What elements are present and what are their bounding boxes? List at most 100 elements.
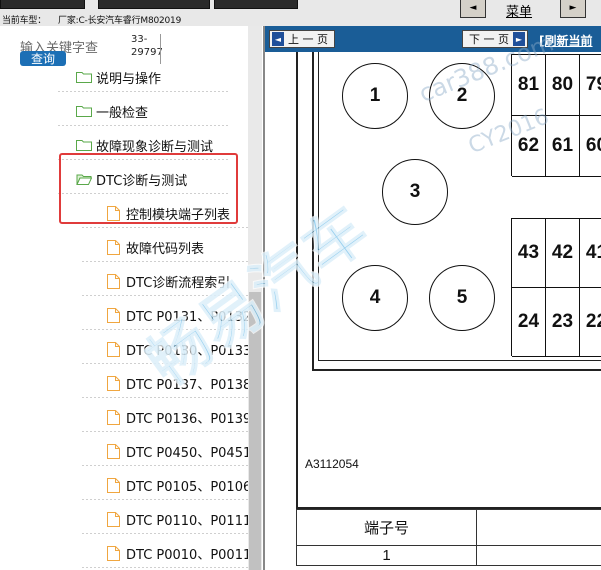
- connector-pin-grid: 434241 242322: [511, 218, 601, 357]
- tree-guide-line: [82, 567, 248, 568]
- connector-pin-cell: 43: [512, 219, 546, 288]
- document-icon: [107, 375, 120, 391]
- tree-item-label: DTC P0137、P0138、: [126, 377, 248, 393]
- connector-pin-circle: 1: [342, 63, 408, 129]
- tree-guide-line: [82, 431, 248, 432]
- tree-doc-item[interactable]: DTC P0110、P0111、: [0, 502, 248, 536]
- tree-item-label: DTC P0136、P0139: [126, 411, 248, 427]
- top-tab-2[interactable]: [98, 0, 210, 9]
- document-icon: [107, 545, 120, 561]
- tree-doc-item[interactable]: DTC P0130、P0133: [0, 332, 248, 366]
- document-pane: ◄ 上 一 页 下 一 页 ► [刷新当前 123458180796261604…: [263, 26, 601, 570]
- tree-doc-item[interactable]: DTC P0010、P0011、: [0, 536, 248, 570]
- tree-item-label: DTC P0450、P0451、: [126, 445, 248, 461]
- table-cell: 1: [296, 545, 477, 566]
- top-tab-1[interactable]: [0, 0, 85, 9]
- document-icon: [107, 239, 120, 255]
- tree-doc-item[interactable]: DTC P0105、P0106、: [0, 468, 248, 502]
- tree-guide-line: [82, 329, 248, 330]
- tree-item-label: 一般检查: [96, 105, 149, 121]
- nav-back-button[interactable]: ◄: [460, 0, 486, 18]
- connector-pin-grid: 818079 626160: [511, 54, 601, 177]
- prev-page-button[interactable]: ◄ 上 一 页: [269, 30, 335, 48]
- menu-link[interactable]: 菜单: [506, 1, 532, 20]
- tree-doc-item[interactable]: 控制模块端子列表: [0, 196, 248, 230]
- tree-guide-line: [82, 227, 248, 228]
- tree-doc-item[interactable]: DTC P0136、P0139: [0, 400, 248, 434]
- top-strip: ◄ 菜单 ► 当前车型： 厂家:C-长安汽车睿行M802019: [0, 0, 601, 26]
- tree-guide-line: [82, 261, 248, 262]
- tree-doc-item[interactable]: DTC P0131、P0132、: [0, 298, 248, 332]
- sidebar: 输入关键字查 查询 33-29797 说明与操作 一般检查 故障现象诊断与测试 DTC…: [0, 26, 263, 570]
- folder-open-icon: [76, 173, 92, 185]
- navigation-tree: 说明与操作一般检查故障现象诊断与测试 DTC诊断与测试控制模块端子列表 故障代码列表…: [0, 66, 248, 570]
- connector-pin-cell: 41: [580, 219, 601, 288]
- figure-code: A3112054: [305, 457, 359, 471]
- folder-icon: [76, 139, 92, 151]
- document-toolbar: ◄ 上 一 页 下 一 页 ► [刷新当前: [265, 26, 601, 52]
- tree-item-label: 故障现象诊断与测试: [96, 139, 214, 155]
- tree-guide-line: [58, 91, 228, 92]
- tree-doc-item[interactable]: 故障代码列表: [0, 230, 248, 264]
- connector-pin-cell: 24: [512, 288, 546, 357]
- query-button[interactable]: 查询: [20, 51, 66, 66]
- document-icon: [107, 477, 120, 493]
- connector-pin-cell: 79: [580, 55, 601, 116]
- tree-guide-line: [58, 159, 228, 160]
- vehicle-info: 当前车型： 厂家:C-长安汽车睿行M802019: [2, 13, 193, 26]
- arrow-right-icon: ►: [513, 32, 525, 46]
- tree-guide-line: [58, 125, 228, 126]
- tree-doc-item[interactable]: DTC P0450、P0451、: [0, 434, 248, 468]
- tree-item-label: DTC P0110、P0111、: [126, 513, 248, 529]
- tree-item-label: DTC诊断流程索引: [126, 275, 231, 291]
- table-row: 1: [296, 545, 601, 566]
- tree-guide-line: [82, 397, 248, 398]
- arrow-right-icon: ►: [569, 3, 577, 13]
- sidebar-scroll-thumb[interactable]: [249, 292, 261, 570]
- tree-item-label: 故障代码列表: [126, 241, 205, 257]
- connector-pin-cell: 81: [512, 55, 546, 116]
- connector-pin-circle: 5: [429, 265, 495, 331]
- tree-guide-line: [58, 193, 228, 194]
- tree-doc-item[interactable]: DTC P0137、P0138、: [0, 366, 248, 400]
- connector-pin-circle: 4: [342, 265, 408, 331]
- tree-guide-line: [82, 499, 248, 500]
- divider: [160, 34, 161, 64]
- tree-item-label: 控制模块端子列表: [126, 207, 231, 223]
- tree-item-label: DTC P0105、P0106、: [126, 479, 248, 495]
- connector-pin-cell: 62: [512, 116, 546, 177]
- tree-guide-line: [82, 465, 248, 466]
- tree-folder-item[interactable]: 故障现象诊断与测试: [0, 128, 248, 162]
- table-cell: [476, 545, 601, 566]
- terminal-table: 端子号 1: [296, 509, 601, 566]
- tree-folder-item[interactable]: DTC诊断与测试: [0, 162, 248, 196]
- document-icon: [107, 443, 120, 459]
- table-header-2: [476, 509, 601, 546]
- tree-item-label: 说明与操作: [96, 71, 162, 87]
- table-header-row: 端子号: [296, 509, 601, 546]
- tree-item-label: DTC诊断与测试: [96, 173, 188, 189]
- connector-pin-cell: 23: [546, 288, 580, 357]
- nav-forward-button[interactable]: ►: [560, 0, 586, 18]
- tree-item-label: DTC P0010、P0011、: [126, 547, 248, 563]
- document-icon: [107, 273, 120, 289]
- top-tab-3[interactable]: [214, 0, 298, 9]
- tree-folder-item[interactable]: 说明与操作: [0, 66, 248, 94]
- arrow-left-icon: ◄: [469, 3, 477, 13]
- connector-pin-cell: 22: [580, 288, 601, 357]
- tree-guide-line: [82, 363, 248, 364]
- arrow-left-icon: ◄: [272, 32, 284, 46]
- vehicle-value: 厂家:C-长安汽车睿行M802019: [58, 16, 182, 26]
- document-icon: [107, 341, 120, 357]
- tree-guide-line: [82, 533, 248, 534]
- tree-item-label: DTC P0131、P0132、: [126, 309, 248, 325]
- tree-folder-item[interactable]: 一般检查: [0, 94, 248, 128]
- tree-item-label: DTC P0130、P0133: [126, 343, 248, 359]
- refresh-link[interactable]: [刷新当前: [539, 32, 593, 49]
- document-icon: [107, 307, 120, 323]
- table-header-terminal: 端子号: [296, 509, 477, 546]
- folder-icon: [76, 105, 92, 117]
- tree-doc-item[interactable]: DTC诊断流程索引: [0, 264, 248, 298]
- next-page-label: 下 一 页: [469, 33, 509, 46]
- next-page-button[interactable]: 下 一 页 ►: [462, 30, 528, 48]
